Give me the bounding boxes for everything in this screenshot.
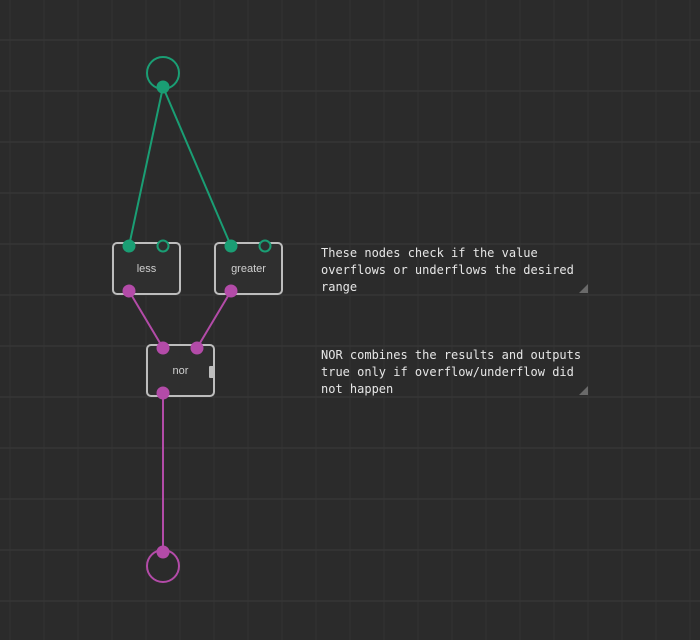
node-resize-handle[interactable] [209, 366, 213, 378]
node-less[interactable]: less [112, 242, 181, 295]
output-terminal-pin[interactable] [156, 545, 170, 559]
grid-background [0, 0, 700, 640]
comment-nor-explanation-resize-handle[interactable] [579, 386, 588, 395]
node-greater-label: greater [231, 262, 266, 275]
node-greater[interactable]: greater [214, 242, 283, 295]
input-terminal-pin[interactable] [156, 80, 170, 94]
comment-nor-explanation[interactable]: NOR combines the results and outputs tru… [321, 347, 583, 398]
node-nor[interactable]: nor [146, 344, 215, 397]
comment-nor-explanation-text: NOR combines the results and outputs tru… [321, 348, 582, 396]
node-less-label: less [136, 262, 157, 275]
comment-range-check-resize-handle[interactable] [579, 284, 588, 293]
comment-range-check[interactable]: These nodes check if the value overflows… [321, 245, 583, 296]
link-input-to-greater[interactable] [162, 86, 232, 247]
node-nor-label: nor [172, 364, 189, 377]
comment-range-check-text: These nodes check if the value overflows… [321, 246, 574, 294]
patch-canvas[interactable] [0, 0, 700, 640]
